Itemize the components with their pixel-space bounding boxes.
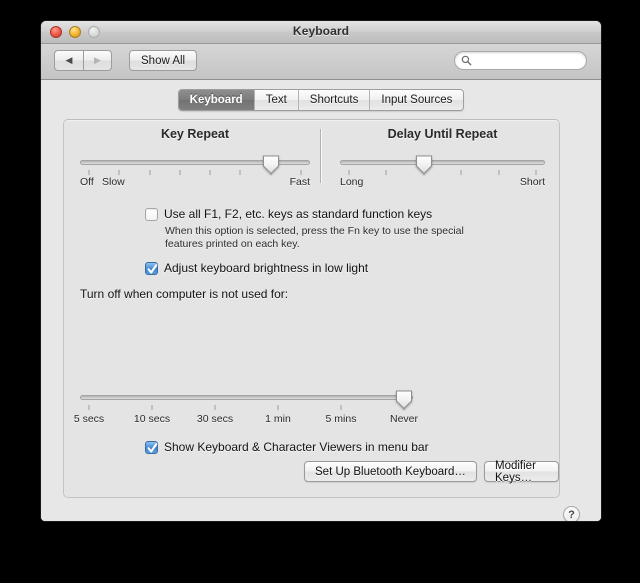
checkmark-icon (147, 443, 158, 453)
key-repeat-off-label: Off (80, 176, 94, 188)
slider-tick (239, 170, 241, 175)
viewers-checkbox[interactable] (145, 441, 158, 454)
function-keys-checkbox[interactable] (145, 208, 158, 221)
slider-tick (460, 170, 462, 175)
search-field[interactable] (454, 51, 587, 70)
show-all-label: Show All (141, 54, 186, 67)
section-divider (320, 129, 321, 183)
tab-bar: Keyboard Text Shortcuts Input Sources (41, 89, 601, 111)
modifier-keys-button[interactable]: Modifier Keys… (484, 459, 559, 484)
window-title: Keyboard (292, 24, 350, 38)
repeat-settings-section: Key Repeat Off Slow Fast Delay Until Rep… (64, 127, 559, 195)
function-keys-checkbox-row[interactable]: Use all F1, F2, etc. keys as standard fu… (145, 207, 432, 221)
key-repeat-title: Key Repeat (160, 127, 230, 141)
slider-tick (151, 405, 153, 410)
search-icon (461, 55, 472, 66)
keyboard-preferences-window: Keyboard ◀ ▶ Show All Keyboard Text Shor… (40, 20, 602, 522)
slider-tick (209, 170, 211, 175)
slider-tick (535, 170, 537, 175)
slider-tick (149, 170, 151, 175)
tab-input-sources[interactable]: Input Sources (370, 90, 464, 110)
preferences-body: Keyboard Text Shortcuts Input Sources Ke… (41, 80, 601, 521)
brightness-checkbox-row[interactable]: Adjust keyboard brightness in low light (145, 261, 368, 275)
tab-keyboard[interactable]: Keyboard (178, 90, 255, 110)
timeout-option-label: 10 secs (133, 413, 171, 425)
brightness-checkbox[interactable] (145, 262, 158, 275)
turn-off-timeout-labels: 5 secs 10 secs 30 secs 1 min 5 mins Never (74, 413, 418, 427)
slider-tick (300, 170, 302, 175)
slider-thumb[interactable] (415, 155, 432, 174)
slider-tick (277, 405, 279, 410)
setup-bluetooth-keyboard-button[interactable]: Set Up Bluetooth Keyboard… (304, 461, 477, 482)
key-repeat-group: Key Repeat Off Slow Fast (80, 127, 310, 189)
delay-until-repeat-group: Delay Until Repeat Long Short (340, 127, 545, 189)
slider-tick (88, 170, 90, 175)
key-repeat-max-label: Fast (289, 176, 310, 188)
turn-off-label: Turn off when computer is not used for: (80, 287, 289, 301)
key-repeat-min-label: Slow (102, 176, 125, 188)
slider-thumb[interactable] (396, 390, 413, 409)
slider-tick (118, 170, 120, 175)
modifier-keys-label: Modifier Keys… (495, 459, 536, 484)
delay-min-label: Long (340, 176, 364, 188)
function-keys-label: Use all F1, F2, etc. keys as standard fu… (164, 207, 433, 221)
checkmark-icon (147, 264, 158, 274)
viewers-label: Show Keyboard & Character Viewers in men… (164, 440, 429, 454)
slider-ticks (80, 405, 413, 411)
timeout-option-label: 30 secs (196, 413, 234, 425)
slider-tick (498, 170, 500, 175)
navigation-buttons: ◀ ▶ (54, 50, 112, 71)
setup-bluetooth-keyboard-label: Set Up Bluetooth Keyboard… (315, 465, 466, 478)
slider-tick (340, 405, 342, 410)
slider-tick (385, 170, 387, 175)
slider-ticks (340, 170, 545, 176)
slider-tick (214, 405, 216, 410)
forward-icon[interactable]: ▶ (83, 50, 112, 71)
function-keys-help-text: When this option is selected, press the … (165, 225, 464, 250)
timeout-option-label: Never (389, 413, 419, 425)
window-titlebar: Keyboard (41, 21, 601, 44)
viewers-checkbox-row[interactable]: Show Keyboard & Character Viewers in men… (145, 440, 429, 454)
tab-shortcuts[interactable]: Shortcuts (298, 90, 371, 110)
delay-title: Delay Until Repeat (387, 127, 498, 141)
show-all-button[interactable]: Show All (129, 50, 198, 71)
delay-slider[interactable]: Long Short (340, 155, 545, 189)
help-button[interactable]: ? (563, 506, 580, 521)
slider-tick (179, 170, 181, 175)
search-input[interactable] (475, 54, 575, 67)
slider-tick (88, 405, 90, 410)
tab-text[interactable]: Text (254, 90, 299, 110)
delay-max-label: Short (519, 176, 545, 188)
window-toolbar: ◀ ▶ Show All (41, 44, 601, 80)
timeout-option-label: 5 secs (73, 413, 105, 425)
key-repeat-slider[interactable]: Off Slow Fast (80, 155, 310, 189)
slider-track (340, 160, 545, 165)
keyboard-settings-panel: Key Repeat Off Slow Fast Delay Until Rep… (63, 119, 560, 498)
timeout-option-label: 1 min (265, 413, 291, 425)
slider-thumb[interactable] (262, 155, 279, 174)
timeout-option-label: 5 mins (325, 413, 357, 425)
brightness-label: Adjust keyboard brightness in low light (164, 261, 369, 275)
back-icon[interactable]: ◀ (54, 50, 83, 71)
slider-track (80, 395, 413, 400)
slider-tick (348, 170, 350, 175)
